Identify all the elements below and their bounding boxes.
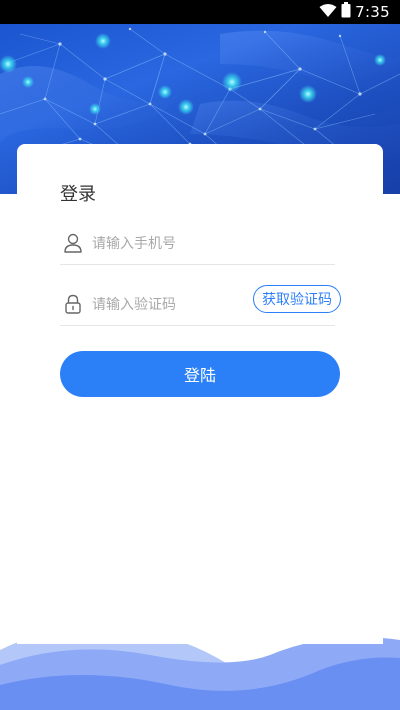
get-code-button[interactable]: 获取验证码	[253, 285, 341, 313]
phone-input[interactable]	[92, 232, 252, 256]
status-bar: 7:35	[0, 0, 400, 24]
user-icon	[62, 232, 84, 254]
login-title: 登录	[60, 184, 96, 205]
status-time: 7:35	[355, 3, 390, 21]
login-button[interactable]: 登陆	[60, 351, 340, 397]
phone-field	[60, 224, 335, 265]
wifi-icon	[319, 3, 337, 22]
code-input[interactable]	[92, 293, 252, 317]
status-bar-right: 7:35	[319, 0, 390, 24]
lock-icon	[62, 293, 84, 315]
login-card: 登录 获取验证码 登陆	[17, 144, 383, 644]
battery-icon	[341, 2, 351, 22]
